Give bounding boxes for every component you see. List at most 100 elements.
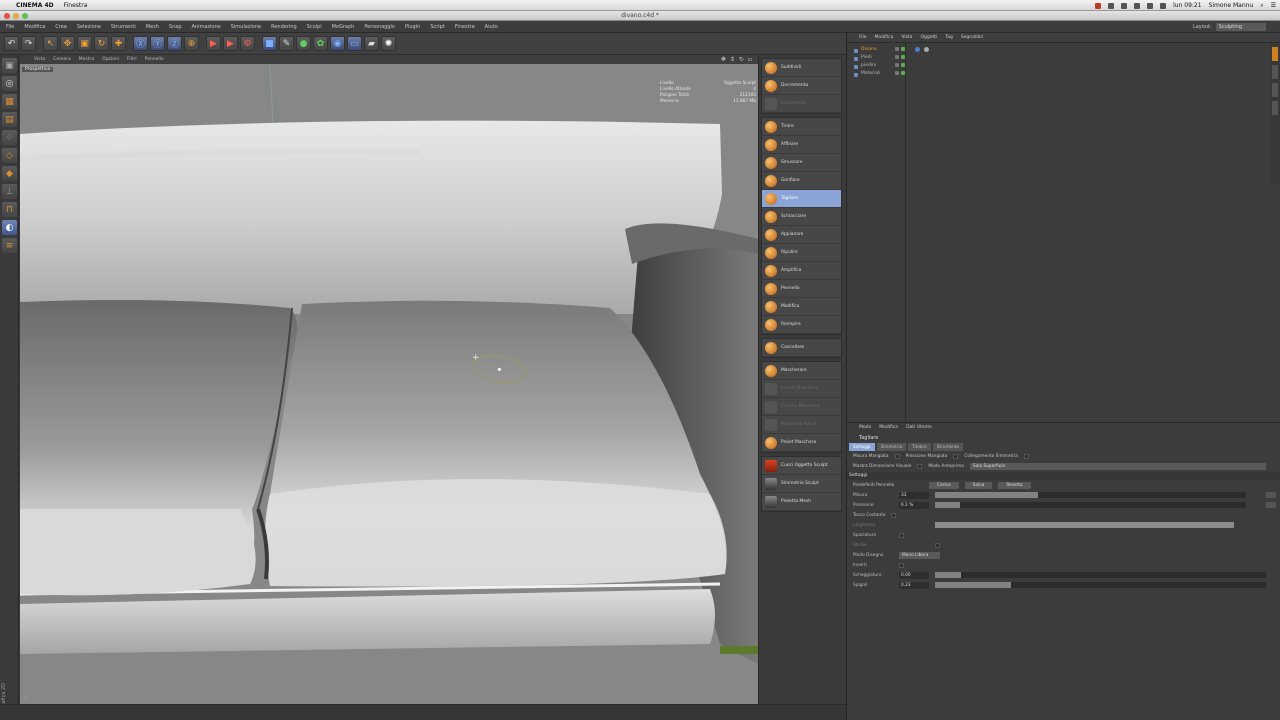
- menu-item[interactable]: Rendering: [271, 24, 297, 30]
- pressure-field[interactable]: 6.1 %: [899, 501, 929, 509]
- editor-visibility-icon[interactable]: [895, 47, 899, 51]
- coordinate-system-icon[interactable]: ⊕: [184, 36, 199, 51]
- pressure-pen-button[interactable]: [1266, 502, 1276, 508]
- editor-visibility-icon[interactable]: [895, 71, 899, 75]
- am-menu-item[interactable]: Dati Utente: [906, 423, 932, 433]
- edges-mode-icon[interactable]: ◇: [2, 148, 17, 163]
- status-icon[interactable]: [1121, 2, 1128, 9]
- panel-tab[interactable]: [1272, 101, 1278, 115]
- viewport-menu-item[interactable]: Opzioni: [102, 55, 119, 64]
- volume-icon[interactable]: [1147, 2, 1154, 9]
- panel-tab[interactable]: [1272, 47, 1278, 61]
- om-menu-item[interactable]: File: [859, 33, 867, 42]
- falloff-checkbox[interactable]: [891, 512, 897, 518]
- link-symmetry-checkbox[interactable]: [1023, 453, 1029, 459]
- render-settings-icon[interactable]: ⚙: [240, 36, 255, 51]
- draw-mode-dropdown[interactable]: Mano Libera: [899, 551, 941, 559]
- material-tag-icon[interactable]: [924, 46, 929, 52]
- render-picture-viewer-icon[interactable]: ▶: [223, 36, 238, 51]
- chips-slider[interactable]: [935, 572, 1266, 578]
- brush-button[interactable]: Mascherare: [762, 362, 841, 380]
- light-icon[interactable]: ✺: [381, 36, 396, 51]
- edges-field[interactable]: 0.23: [899, 581, 929, 589]
- move-icon[interactable]: ✥: [60, 36, 75, 51]
- brush-button[interactable]: Simmetria Sculpt: [762, 475, 841, 493]
- list-icon[interactable]: ☰: [1271, 0, 1276, 11]
- subtab-symmetry[interactable]: Simmetria: [876, 443, 907, 451]
- brush-button[interactable]: Smussare: [762, 154, 841, 172]
- viewport-menu-item[interactable]: Filtri: [127, 55, 137, 64]
- maximize-icon[interactable]: ▫: [748, 55, 752, 64]
- sculpt-mode-icon[interactable]: ◐: [2, 220, 17, 235]
- brush-button[interactable]: Maschera Attiva: [762, 416, 841, 434]
- brush-button[interactable]: Modifica: [762, 298, 841, 316]
- viewport-menu-item[interactable]: Camera: [53, 55, 71, 64]
- x-axis-icon[interactable]: Ⓧ: [133, 36, 148, 51]
- menu-item[interactable]: Selezione: [77, 24, 101, 30]
- pan-icon[interactable]: ✥: [721, 55, 726, 64]
- visibility-dots[interactable]: [895, 63, 905, 67]
- reset-button[interactable]: Resetta: [998, 481, 1031, 489]
- z-axis-icon[interactable]: Ⓩ: [167, 36, 182, 51]
- close-icon[interactable]: [4, 13, 10, 19]
- rotate-icon[interactable]: ↻: [94, 36, 109, 51]
- pen-icon[interactable]: ✎: [279, 36, 294, 51]
- menu-item[interactable]: Aiuto: [485, 24, 498, 30]
- brush-button[interactable]: Tagliare: [762, 190, 841, 208]
- show-size-checkbox[interactable]: [917, 463, 923, 469]
- object-row[interactable]: Piedi: [851, 53, 1271, 61]
- battery-icon[interactable]: [1160, 2, 1167, 9]
- size-slider[interactable]: [935, 492, 1246, 498]
- edges-slider[interactable]: [935, 582, 1266, 588]
- size-pen-button[interactable]: [1266, 492, 1276, 498]
- camera-icon[interactable]: ▰: [364, 36, 379, 51]
- array-icon[interactable]: ✿: [313, 36, 328, 51]
- menu-item[interactable]: Personaggio: [364, 24, 395, 30]
- menu-item[interactable]: Finestra: [455, 24, 475, 30]
- editor-visibility-icon[interactable]: [895, 55, 899, 59]
- object-row[interactable]: Divano: [851, 45, 1271, 53]
- workplane-icon[interactable]: ▤: [2, 112, 17, 127]
- polygons-mode-icon[interactable]: ◆: [2, 166, 17, 181]
- brush-button[interactable]: Tirare: [762, 118, 841, 136]
- model-mode-icon[interactable]: ◎: [2, 76, 17, 91]
- brush-button[interactable]: Suddividi: [762, 59, 841, 77]
- om-menu-item[interactable]: Oggetti: [920, 33, 937, 42]
- brush-button[interactable]: Appianare: [762, 226, 841, 244]
- stroke-handle[interactable]: [935, 542, 940, 548]
- subtab-stamp[interactable]: Timbro: [908, 443, 931, 451]
- load-button[interactable]: Carica: [929, 481, 959, 489]
- floor-icon[interactable]: ▭: [347, 36, 362, 51]
- texture-mode-icon[interactable]: ▦: [2, 94, 17, 109]
- section-header[interactable]: Settaggi: [847, 472, 1280, 480]
- menu-item[interactable]: MoGraph: [332, 24, 355, 30]
- object-name[interactable]: piedini: [851, 63, 891, 69]
- brush-button[interactable]: Proietta Mesh: [762, 493, 841, 511]
- zoom-icon[interactable]: ⇕: [730, 55, 735, 64]
- brush-button[interactable]: Decrementa: [762, 77, 841, 95]
- brush-button[interactable]: Schiacciare: [762, 208, 841, 226]
- zoom-icon[interactable]: [22, 13, 28, 19]
- menu-item[interactable]: Snap: [169, 24, 182, 30]
- mac-menu-item[interactable]: Finestra: [64, 0, 88, 11]
- link-pressure-checkbox[interactable]: [953, 453, 959, 459]
- sculpt-tag-icon[interactable]: [915, 46, 920, 52]
- am-menu-item[interactable]: Modifica: [879, 423, 898, 433]
- menu-item[interactable]: Modifica: [24, 24, 45, 30]
- object-row[interactable]: Materiali: [851, 69, 1271, 77]
- recent-tool-icon[interactable]: ✚: [111, 36, 126, 51]
- falloff-curve-bar[interactable]: [935, 522, 1234, 528]
- brush-button[interactable]: Amplifica: [762, 262, 841, 280]
- snap-icon[interactable]: ⊓: [2, 202, 17, 217]
- subtab-settings[interactable]: Settaggi: [849, 443, 875, 451]
- make-editable-icon[interactable]: ▣: [2, 58, 17, 73]
- viewport-menu-item[interactable]: Mostra: [79, 55, 94, 64]
- brush-button[interactable]: Elimina Maschera: [762, 398, 841, 416]
- brush-button[interactable]: Affinare: [762, 136, 841, 154]
- visibility-dots[interactable]: [895, 71, 905, 75]
- object-name[interactable]: Divano: [851, 47, 891, 53]
- orbit-icon[interactable]: ↻: [739, 55, 744, 64]
- brush-button[interactable]: Gonfiare: [762, 172, 841, 190]
- subdivision-icon[interactable]: ●: [296, 36, 311, 51]
- 3d-viewport[interactable]: Prospettiva + Livello Oggetto Sculpt Liv…: [20, 64, 758, 704]
